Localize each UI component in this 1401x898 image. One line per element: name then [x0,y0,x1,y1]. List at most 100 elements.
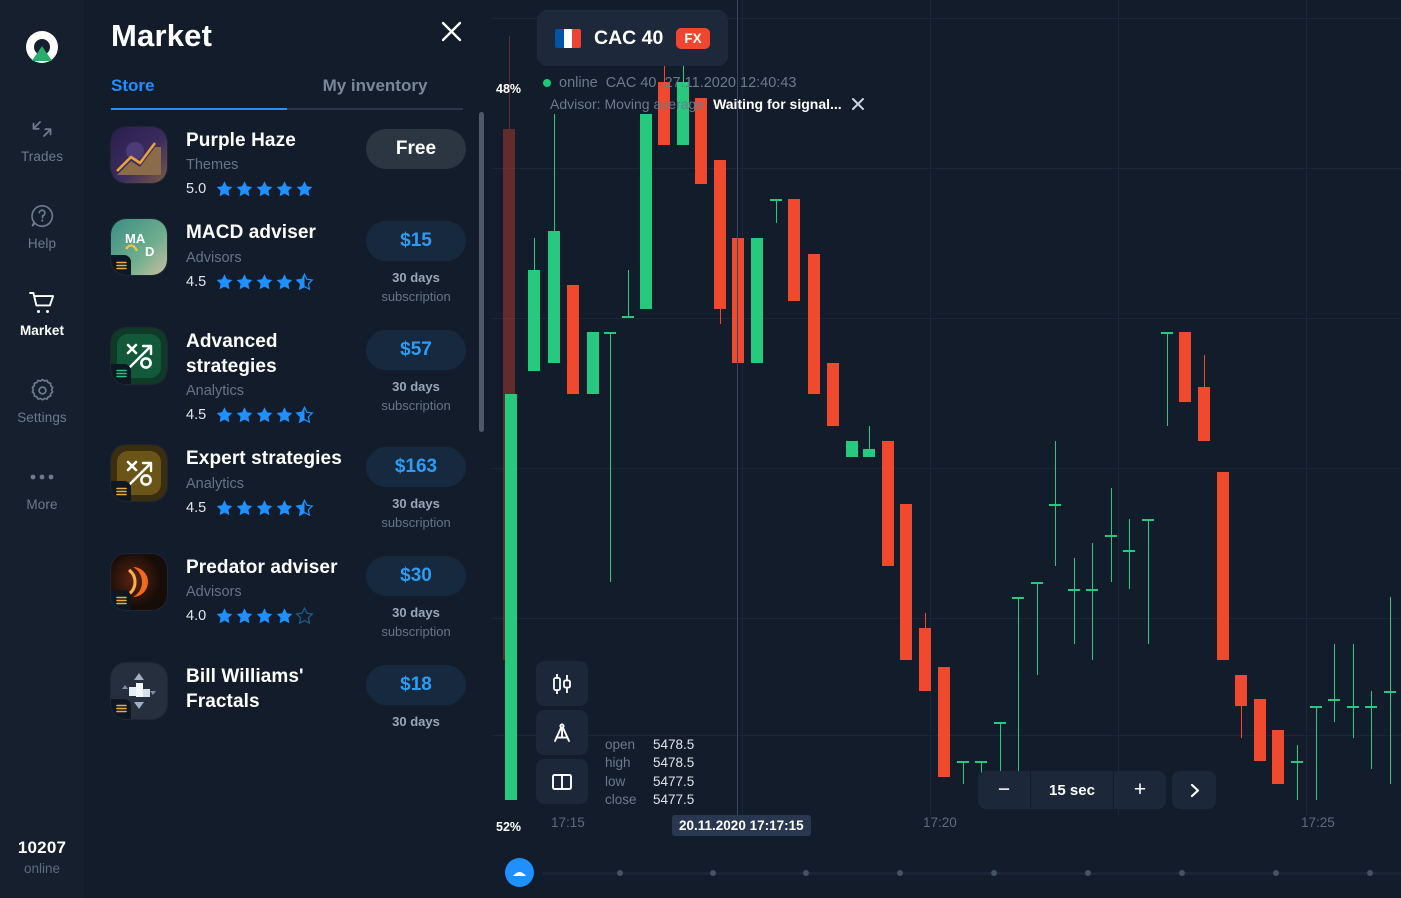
list-item[interactable]: MA D MACD adviser Advisors 4.5 $15 30 da… [84,219,491,307]
axis-tick-label: 17:15 [551,815,585,830]
timeline-marker[interactable] [617,870,623,876]
timeline-marker[interactable] [803,870,809,876]
candle-body [1012,597,1024,600]
candle-body [975,761,987,763]
tab-store[interactable]: Store [111,76,287,110]
timeline-marker[interactable] [897,870,903,876]
item-price-block: $163 30 days subscription [366,445,466,533]
candle [677,0,689,815]
timeframe-increase-button[interactable]: + [1114,771,1166,809]
timeline-marker[interactable] [1179,870,1185,876]
candle-body [1123,550,1135,553]
close-icon[interactable] [851,97,865,111]
chevron-right-icon[interactable] [1172,771,1216,809]
candle [1310,0,1322,815]
candle-wick [962,761,964,785]
timeline-marker[interactable] [710,870,716,876]
crosshair-vertical-line [737,0,738,815]
subscription-days: 30 days [392,496,440,512]
candle [938,0,950,815]
candle-wick [1036,581,1038,676]
list-item[interactable]: Expert strategies Analytics 4.5 $163 30 … [84,445,491,533]
candle-body [919,628,931,691]
candle-body [994,722,1006,724]
close-icon[interactable] [436,16,466,46]
candle-body [788,199,800,301]
item-price-block: $15 30 days subscription [366,219,466,307]
sidebar-item-help[interactable]: Help [0,201,84,251]
price-button[interactable]: Free [366,129,466,169]
candle [1179,0,1191,815]
item-price-block: $30 30 days subscription [366,554,466,642]
candle-wick [1166,332,1168,426]
expert-strategies-icon [111,445,167,502]
item-name: Predator adviser [186,557,338,579]
timeline-marker[interactable] [1367,870,1373,876]
subscription-word: subscription [381,397,451,413]
rating-value: 4.5 [186,499,207,516]
timeframe-value[interactable]: 15 sec [1030,771,1114,809]
instrument-selector[interactable]: CAC 40 FX [537,10,728,66]
ohlc-close-label: close [605,792,637,808]
candle-wick [775,199,777,223]
timeline-marker[interactable] [1085,870,1091,876]
rating-value: 4.5 [186,407,207,424]
price-button[interactable]: $163 [366,447,466,488]
list-item[interactable]: Predator adviser Advisors 4.0 $30 30 day… [84,554,491,642]
sidebar-item-market[interactable]: Market [0,288,84,338]
item-category: Themes [186,157,239,174]
item-price-block: Free [366,127,466,169]
market-list-scrollbar[interactable] [479,112,484,432]
candle [732,0,744,815]
candle [1235,0,1247,815]
price-button[interactable]: $57 [366,329,466,370]
list-item[interactable]: Advanced strategies Analytics 4.5 $57 30… [84,327,491,425]
candlestick-chart-icon[interactable] [536,661,588,706]
candle-body [1161,332,1173,334]
item-rating: 4.5 [186,498,366,517]
advisor-line: Advisor: Moving average Waiting for sign… [543,96,865,112]
list-item[interactable]: Bill Williams' Fractals $18 30 days [84,662,491,732]
svg-text:MA: MA [125,231,146,246]
subscription-days: 30 days [392,713,440,729]
item-price-block: $18 30 days [366,663,466,732]
price-subscription-note: 30 days subscription [366,495,466,533]
ellipsis-icon [28,462,56,492]
timeframe-decrease-button[interactable]: − [978,771,1030,809]
sidebar-item-settings[interactable]: Settings [0,375,84,425]
tab-my-inventory[interactable]: My inventory [287,76,463,110]
split-panel-icon[interactable] [536,759,588,804]
timeline-play-button[interactable] [505,858,534,887]
price-button[interactable]: $30 [366,556,466,597]
candle [1347,0,1359,815]
candle [695,0,707,815]
gear-icon [29,375,56,405]
price-button[interactable]: $18 [366,664,466,705]
sidebar-item-trades[interactable]: Trades [0,114,84,164]
candle-body [505,394,517,800]
chart-plot[interactable] [491,0,1401,815]
time-axis: 17:15 17:20 17:25 20.11.2020 17:17:15 [491,815,1401,848]
question-circle-icon [29,201,55,231]
item-category: Advisors [186,249,242,266]
candle-body [1031,581,1043,584]
sidebar-item-more[interactable]: More [0,462,84,512]
market-panel: Market Store My inventory Purple Haze Th… [84,0,491,898]
timeline-marker[interactable] [991,870,997,876]
list-item[interactable]: Purple Haze Themes 5.0 Free [84,127,491,198]
candle-body [548,230,560,364]
chart-tools [536,661,588,804]
price-button[interactable]: $15 [366,221,466,262]
rating-value: 4.5 [186,273,207,290]
timeline-marker[interactable] [1273,870,1279,876]
ohlc-close-value: 5477.5 [653,792,695,808]
compass-draw-icon[interactable] [536,710,588,755]
candle [1086,0,1098,815]
subscription-word: subscription [381,515,451,531]
ohlc-open-row: open 5478.5 [605,736,694,754]
candle [900,0,912,815]
rating-stars [215,406,314,424]
candle [957,0,969,815]
candle-wick [1315,706,1317,800]
rating-stars [215,180,314,198]
